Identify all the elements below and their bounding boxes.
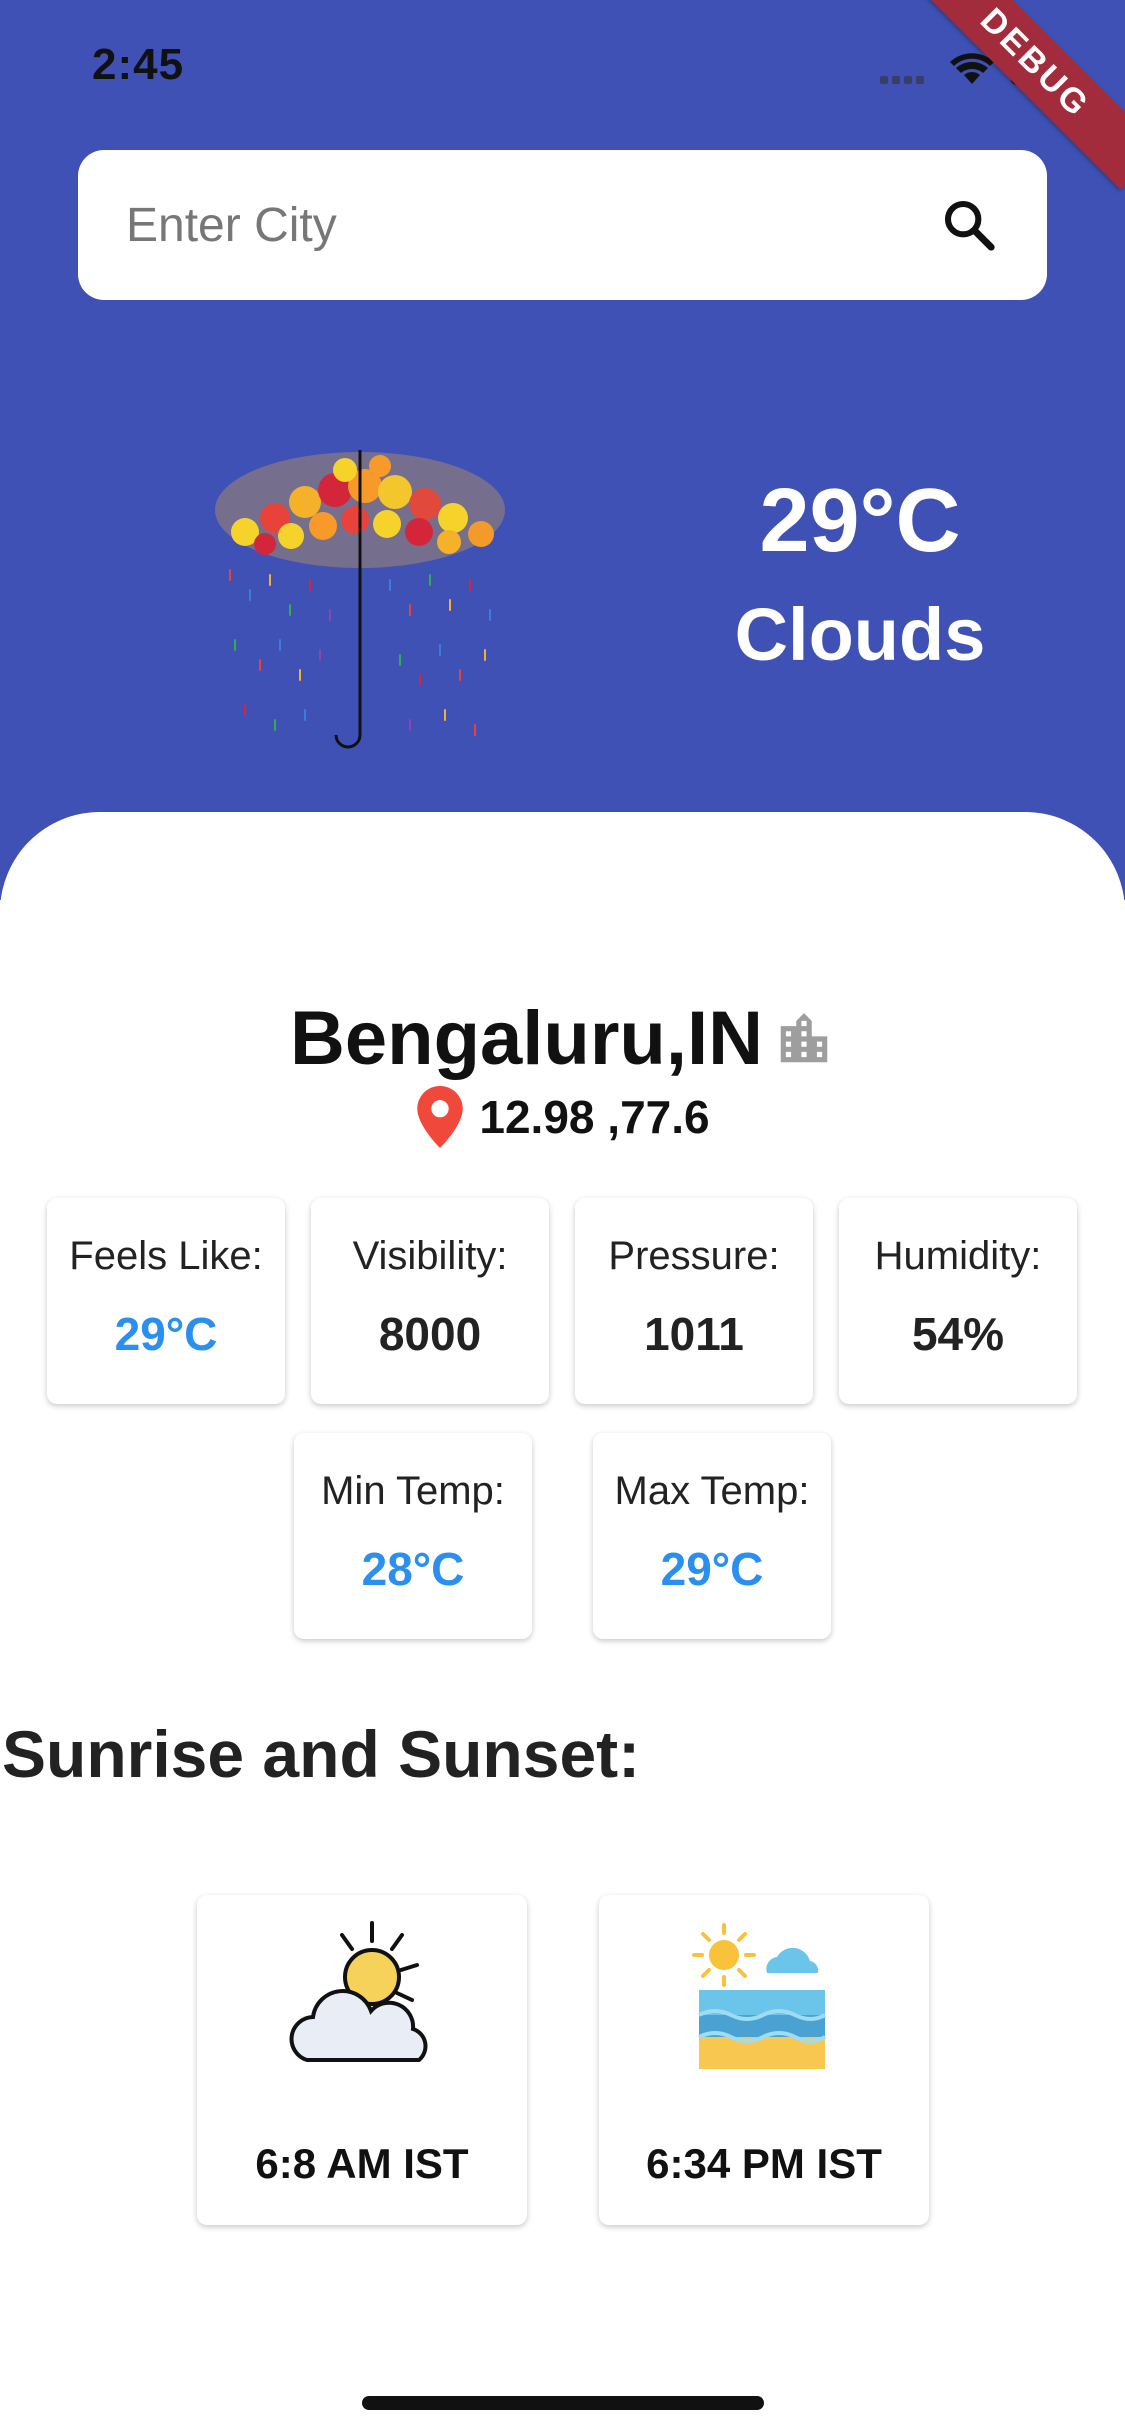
stat-label: Pressure: — [608, 1234, 780, 1278]
stat-label: Min Temp: — [321, 1469, 505, 1513]
coordinates-row: 12.98 ,77.6 — [0, 1086, 1125, 1148]
feels-like-card: Feels Like: 29°C — [47, 1198, 285, 1404]
current-temperature: 29°C — [759, 471, 961, 571]
wifi-icon — [950, 53, 994, 84]
stat-value: 29°C — [114, 1308, 218, 1360]
home-indicator[interactable] — [362, 2396, 764, 2410]
status-time: 2:45 — [92, 40, 185, 89]
min-temp-card: Min Temp: 28°C — [294, 1433, 532, 1639]
stat-value: 29°C — [660, 1543, 764, 1595]
visibility-card: Visibility: 8000 — [311, 1198, 549, 1404]
search-button[interactable] — [937, 193, 1001, 257]
max-temp-card: Max Temp: 29°C — [593, 1433, 831, 1639]
sunset-card: 6:34 PM IST — [599, 1895, 929, 2225]
current-condition: Clouds — [734, 593, 986, 676]
city-heading: Bengaluru,IN — [0, 995, 1125, 1082]
stat-label: Feels Like: — [69, 1234, 263, 1278]
signal-icon — [880, 76, 924, 84]
sunset-beach-icon — [692, 1923, 826, 2069]
pressure-card: Pressure: 1011 — [575, 1198, 813, 1404]
hero-header — [0, 0, 1125, 900]
sunrise-icon — [289, 1921, 428, 2062]
city-search-input[interactable] — [124, 196, 937, 254]
search-icon — [944, 200, 995, 251]
humidity-card: Humidity: 54% — [839, 1198, 1077, 1404]
stat-value: 28°C — [361, 1543, 465, 1595]
search-bar — [78, 150, 1047, 300]
city-name: Bengaluru,IN — [290, 996, 763, 1081]
stat-value: 54% — [911, 1308, 1005, 1360]
umbrella-weather-icon — [215, 450, 505, 749]
stat-label: Visibility: — [352, 1234, 508, 1278]
sunrise-time: 6:8 AM IST — [255, 2140, 469, 2187]
sun-section-title: Sunrise and Sunset: — [2, 1717, 641, 1791]
sunset-time: 6:34 PM IST — [646, 2140, 882, 2187]
stat-value: 8000 — [378, 1308, 482, 1360]
stat-label: Max Temp: — [614, 1469, 810, 1513]
stat-label: Humidity: — [874, 1234, 1042, 1278]
location-pin-icon — [417, 1086, 464, 1148]
coordinates: 12.98 ,77.6 — [479, 1091, 710, 1143]
stat-value: 1011 — [644, 1308, 744, 1360]
sunrise-card: 6:8 AM IST — [197, 1895, 527, 2225]
building-icon — [780, 1012, 828, 1062]
